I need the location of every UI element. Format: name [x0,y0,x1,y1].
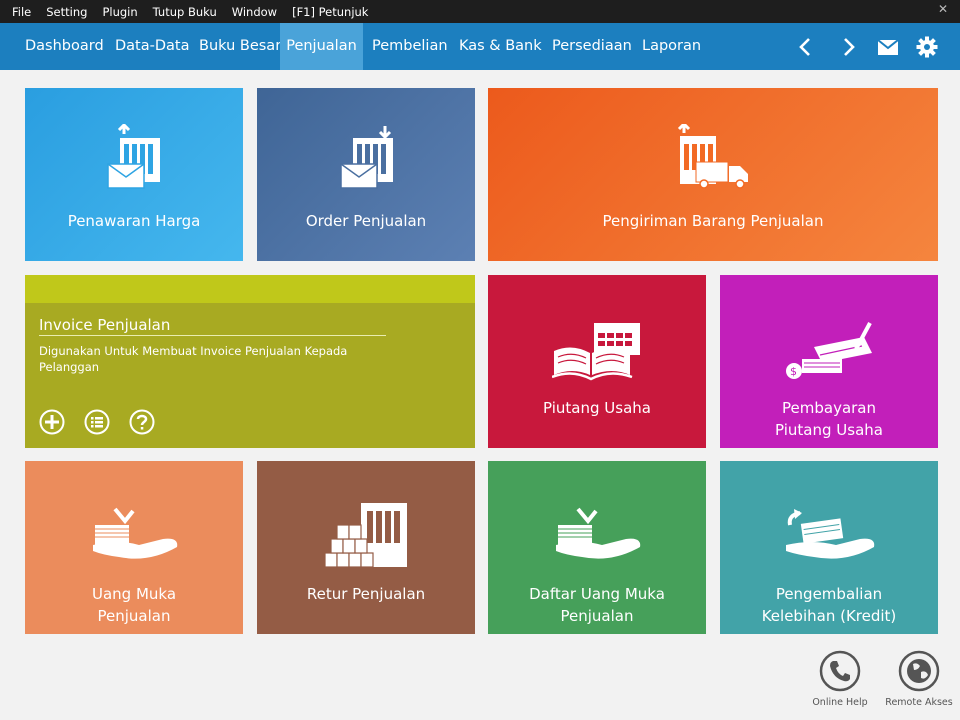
menu-setting[interactable]: Setting [46,5,87,19]
tile-label: Pengiriman Barang Penjualan [602,212,824,230]
invoice-title: Invoice Penjualan [39,316,171,334]
list-icon[interactable] [84,409,110,435]
tile-uang-muka-penjualan[interactable]: Uang Muka Penjualan [25,461,243,634]
help-icon[interactable] [129,409,155,435]
gear-icon[interactable] [915,35,939,59]
tab-pembelian[interactable]: Pembelian [363,23,457,70]
close-icon[interactable]: ✕ [938,2,948,16]
globe-icon [898,650,940,692]
menu-bar: File Setting Plugin Tutup Buku Window [F… [0,0,960,23]
nav-bar: Dashboard Data-Data Buku Besar Penjualan… [0,23,960,70]
tile-daftar-uang-muka[interactable]: Daftar Uang Muka Penjualan [488,461,706,634]
tile-pengiriman-barang[interactable]: Pengiriman Barang Penjualan [488,88,938,261]
phone-icon [819,650,861,692]
boxes-document-icon [324,503,407,568]
tab-penjualan[interactable]: Penjualan [280,23,363,70]
tile-label-line1: Daftar Uang Muka [529,585,665,603]
hand-money-icon [93,507,178,559]
invoice-description: Digunakan Untuk Membuat Invoice Penjuala… [39,344,348,374]
tab-persediaan[interactable]: Persediaan [543,23,641,70]
tile-label-line2: Piutang Usaha [775,421,883,439]
tile-penawaran-harga[interactable]: Penawaran Harga [25,88,243,261]
tile-label: Retur Penjualan [306,585,426,603]
tile-label-line1: Pembayaran [782,399,876,417]
tile-pembayaran-piutang[interactable]: $ Pembayaran Piutang Usaha [720,275,938,448]
tile-order-penjualan[interactable]: Order Penjualan [257,88,475,261]
remote-akses-label: Remote Akses [885,697,953,708]
add-icon[interactable] [39,409,65,435]
ledger-calendar-icon [552,323,640,381]
menu-plugin[interactable]: Plugin [102,5,137,19]
tab-dashboard[interactable]: Dashboard [16,23,113,70]
document-envelope-icon [340,126,393,189]
tile-header-band [25,275,475,303]
svg-text:$: $ [790,365,797,378]
tile-retur-penjualan[interactable]: Retur Penjualan [257,461,475,634]
tab-laporan[interactable]: Laporan [633,23,710,70]
menu-petunjuk[interactable]: [F1] Petunjuk [292,5,368,19]
menu-tutup-buku[interactable]: Tutup Buku [153,5,217,19]
document-envelope-icon [107,124,160,189]
mail-icon[interactable] [876,35,900,59]
tile-label-line2: Penjualan [560,607,634,625]
chevron-left-icon[interactable] [794,35,818,59]
hand-refund-icon [786,509,875,559]
tile-label: Order Penjualan [305,212,427,230]
menu-window[interactable]: Window [232,5,277,19]
hand-money-icon [556,507,641,559]
tile-invoice-penjualan[interactable]: Invoice Penjualan Digunakan Untuk Membua… [25,275,475,448]
tab-kas-bank[interactable]: Kas & Bank [450,23,551,70]
tab-buku-besar[interactable]: Buku Besar [190,23,290,70]
tile-piutang-usaha[interactable]: Piutang Usaha [488,275,706,448]
tile-pengembalian-kelebihan[interactable]: Pengembalian Kelebihan (Kredit) [720,461,938,634]
menu-file[interactable]: File [12,5,31,19]
tile-label: Piutang Usaha [543,399,651,417]
document-truck-icon [677,124,748,189]
online-help-label: Online Help [812,697,868,708]
checkbook-icon: $ [786,322,872,379]
divider [39,335,386,336]
tile-label: Penawaran Harga [67,212,201,230]
tab-data-data[interactable]: Data-Data [106,23,198,70]
chevron-right-icon[interactable] [836,35,860,59]
remote-akses-button[interactable]: Remote Akses [884,650,954,708]
online-help-button[interactable]: Online Help [805,650,875,708]
tile-label-line2: Penjualan [97,607,171,625]
tile-label-line2: Kelebihan (Kredit) [761,607,897,625]
tile-label-line1: Pengembalian [775,585,883,603]
tile-label-line1: Uang Muka [91,585,177,603]
